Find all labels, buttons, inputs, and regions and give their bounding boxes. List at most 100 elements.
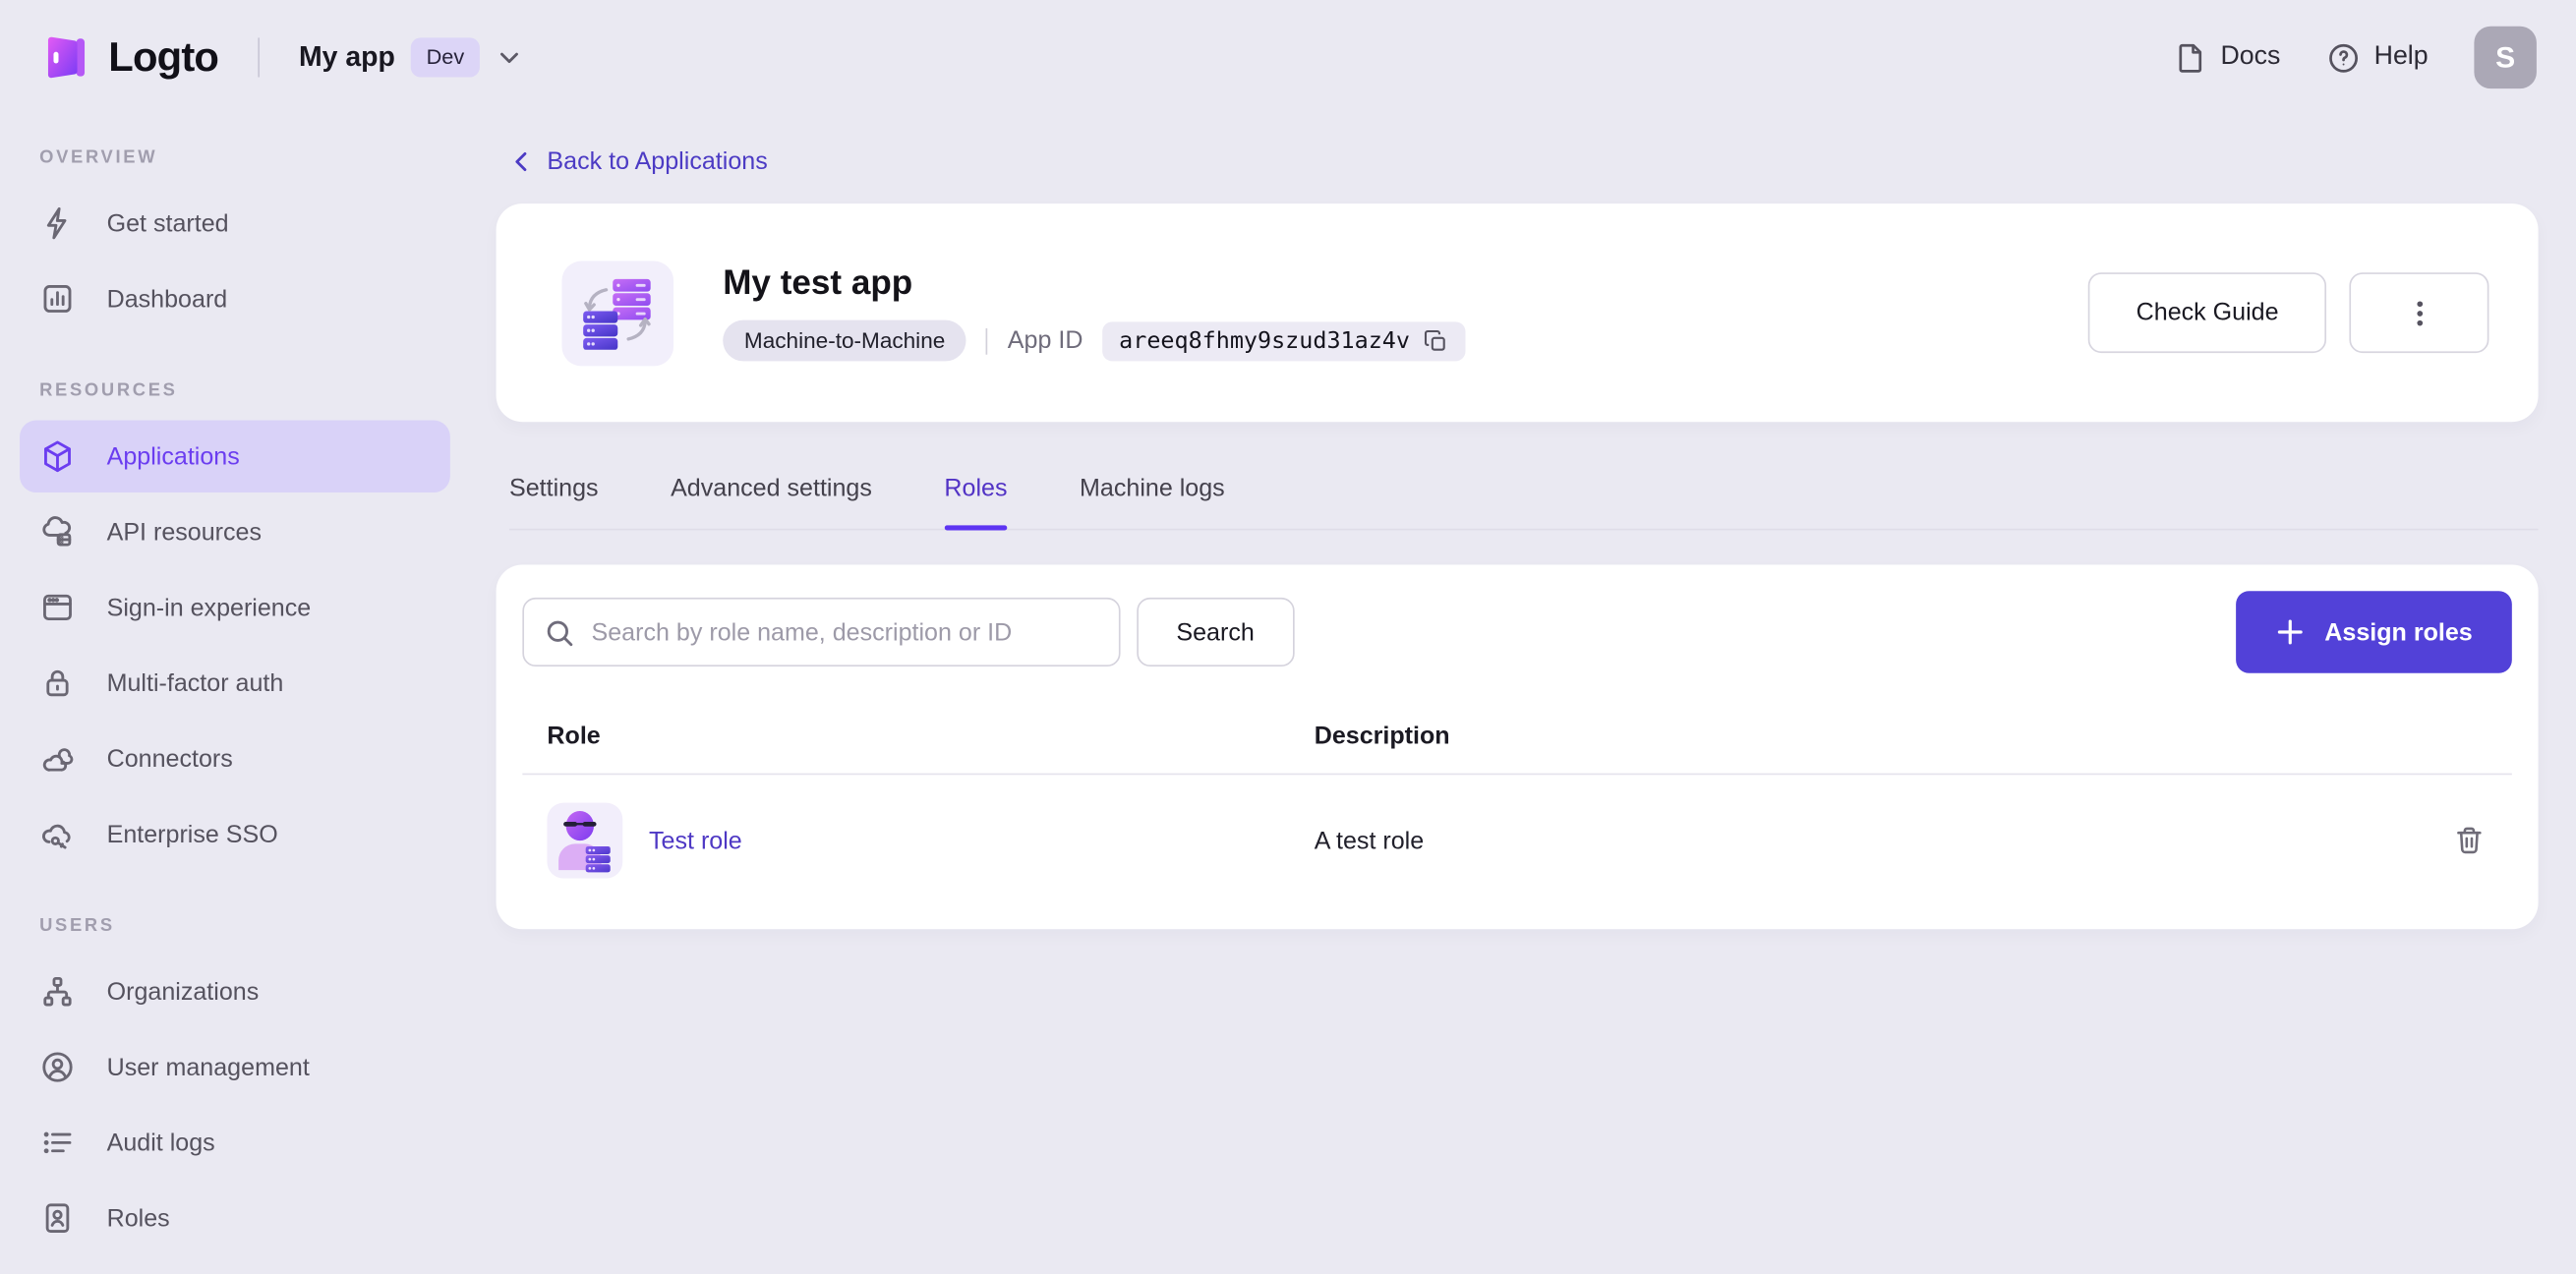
sidebar-section: RESOURCES Applications API resources Sign-i… xyxy=(20,338,450,870)
chevron-left-icon xyxy=(509,149,534,174)
connectors-icon xyxy=(39,740,76,777)
topbar-divider xyxy=(258,37,260,78)
kebab-menu-icon xyxy=(2403,296,2435,328)
role-description: A test role xyxy=(1314,826,1425,855)
docs-label: Docs xyxy=(2220,42,2281,71)
back-link-label: Back to Applications xyxy=(547,147,768,176)
user-avatar[interactable]: S xyxy=(2474,26,2537,89)
delete-role-button[interactable] xyxy=(2449,821,2488,860)
sidebar-item-organizations[interactable]: Organizations xyxy=(20,956,450,1027)
organizations-icon xyxy=(39,973,76,1010)
sidebar-item-sign-in-experience[interactable]: Sign-in experience xyxy=(20,571,450,643)
docs-button[interactable]: Docs xyxy=(2173,40,2280,75)
app-header-card: My test app Machine-to-Machine App ID ar… xyxy=(496,203,2539,423)
logto-logo-icon[interactable] xyxy=(39,29,95,86)
audit-logs-icon xyxy=(39,1125,76,1161)
sidebar-item-applications[interactable]: Applications xyxy=(20,420,450,493)
sidebar-item-label: Audit logs xyxy=(106,1129,215,1157)
document-icon xyxy=(2173,40,2207,75)
user-icon xyxy=(39,1049,76,1085)
avatar-initial: S xyxy=(2495,39,2516,74)
table-row: Test role A test role xyxy=(522,775,2511,906)
row-actions xyxy=(2420,821,2512,860)
sidebar-item-label: Roles xyxy=(106,1204,170,1233)
sidebar-item-label: Dashboard xyxy=(106,284,228,314)
back-to-applications-link[interactable]: Back to Applications xyxy=(509,147,768,176)
sidebar-section: USERS Organizations User management Audit l… xyxy=(20,873,450,1253)
tenant-name: My app xyxy=(298,40,395,73)
role-cell: Test role xyxy=(522,802,1289,879)
meta-divider xyxy=(986,327,988,354)
toolbar-left: Search xyxy=(522,597,1294,667)
role-avatar xyxy=(547,802,623,879)
more-actions-button[interactable] xyxy=(2349,272,2489,354)
check-guide-button[interactable]: Check Guide xyxy=(2088,272,2327,354)
sidebar-item-label: User management xyxy=(106,1053,310,1081)
role-name-link[interactable]: Test role xyxy=(649,827,742,854)
tenant-selector[interactable]: My app Dev xyxy=(298,37,522,78)
sidebar-item-label: API resources xyxy=(106,517,263,547)
logo-wordmark: Logto xyxy=(108,33,219,80)
app-id-chip: areeq8fhmy9szud31az4v xyxy=(1102,320,1466,361)
chevron-down-icon xyxy=(496,44,522,71)
roles-table: Role Description Test role A test role xyxy=(522,699,2512,906)
tab-roles[interactable]: Roles xyxy=(944,475,1009,531)
sidebar-item-connectors[interactable]: Connectors xyxy=(20,723,450,794)
app-title: My test app xyxy=(723,263,913,303)
app-actions: Check Guide xyxy=(2088,272,2489,354)
sidebar-item-get-started[interactable]: Get started xyxy=(20,187,450,259)
trash-icon xyxy=(2453,824,2486,856)
tab-advanced-settings[interactable]: Advanced settings xyxy=(671,475,872,529)
lock-icon xyxy=(39,665,76,701)
sidebar-item-user-management[interactable]: User management xyxy=(20,1031,450,1103)
search-input[interactable] xyxy=(591,617,1099,647)
sidebar-item-multi-factor-auth[interactable]: Multi-factor auth xyxy=(20,647,450,719)
app-window: Logto My app Dev Docs Help S OVERVIEW Ge… xyxy=(0,0,2576,1274)
sidebar-item-label: Enterprise SSO xyxy=(106,820,278,848)
table-body: Test role A test role xyxy=(522,775,2511,906)
topbar: Logto My app Dev Docs Help S xyxy=(0,0,2576,115)
sidebar-item-roles[interactable]: Roles xyxy=(20,1182,450,1253)
sidebar-item-label: Multi-factor auth xyxy=(106,668,284,697)
sidebar: OVERVIEW Get started Dashboard RESOURCES App… xyxy=(0,115,470,1274)
sign-in-icon xyxy=(39,590,76,626)
sidebar-item-api-resources[interactable]: API resources xyxy=(20,495,450,567)
sidebar-section-label: USERS xyxy=(39,915,115,936)
sidebar-item-dashboard[interactable]: Dashboard xyxy=(20,262,450,334)
tab-bar: Settings Advanced settings Roles Machine lo… xyxy=(508,475,2539,531)
cube-icon xyxy=(39,438,76,475)
sidebar-item-label: Organizations xyxy=(106,977,260,1006)
enterprise-sso-icon xyxy=(39,816,76,852)
help-button[interactable]: Help xyxy=(2326,40,2429,75)
sidebar-item-audit-logs[interactable]: Audit logs xyxy=(20,1107,450,1179)
api-resources-icon xyxy=(39,514,76,550)
sidebar-item-label: Get started xyxy=(106,208,229,238)
roles-toolbar: Search Assign roles xyxy=(522,591,2512,673)
question-circle-icon xyxy=(2326,40,2361,75)
sidebar-item-label: Applications xyxy=(106,442,240,471)
main-content: Back to Applications My test app Machine… xyxy=(470,115,2576,1274)
search-box xyxy=(522,597,1121,667)
sidebar-item-label: Connectors xyxy=(106,744,233,773)
sidebar-item-enterprise-sso[interactable]: Enterprise SSO xyxy=(20,798,450,870)
assign-roles-label: Assign roles xyxy=(2324,617,2473,647)
tab-machine-logs[interactable]: Machine logs xyxy=(1080,475,1225,529)
plus-icon xyxy=(2275,617,2305,647)
copy-icon[interactable] xyxy=(1423,327,1449,354)
app-type-badge: Machine-to-Machine xyxy=(723,319,967,362)
roles-icon xyxy=(39,1200,76,1237)
roles-panel: Search Assign roles Role Description xyxy=(496,564,2539,930)
column-header-role: Role xyxy=(547,722,601,751)
search-button[interactable]: Search xyxy=(1137,597,1294,667)
app-id-label: App ID xyxy=(1007,326,1083,355)
sidebar-section-label: OVERVIEW xyxy=(39,147,158,168)
tab-settings[interactable]: Settings xyxy=(509,475,599,529)
dashboard-icon xyxy=(39,281,76,318)
sidebar-item-label: Sign-in experience xyxy=(106,593,312,622)
sidebar-section-label: RESOURCES xyxy=(39,380,178,401)
help-label: Help xyxy=(2373,42,2429,71)
topbar-right: Docs Help S xyxy=(2173,26,2537,89)
column-header-description: Description xyxy=(1314,722,1450,751)
tenant-env-badge: Dev xyxy=(411,37,480,78)
assign-roles-button[interactable]: Assign roles xyxy=(2236,591,2512,673)
